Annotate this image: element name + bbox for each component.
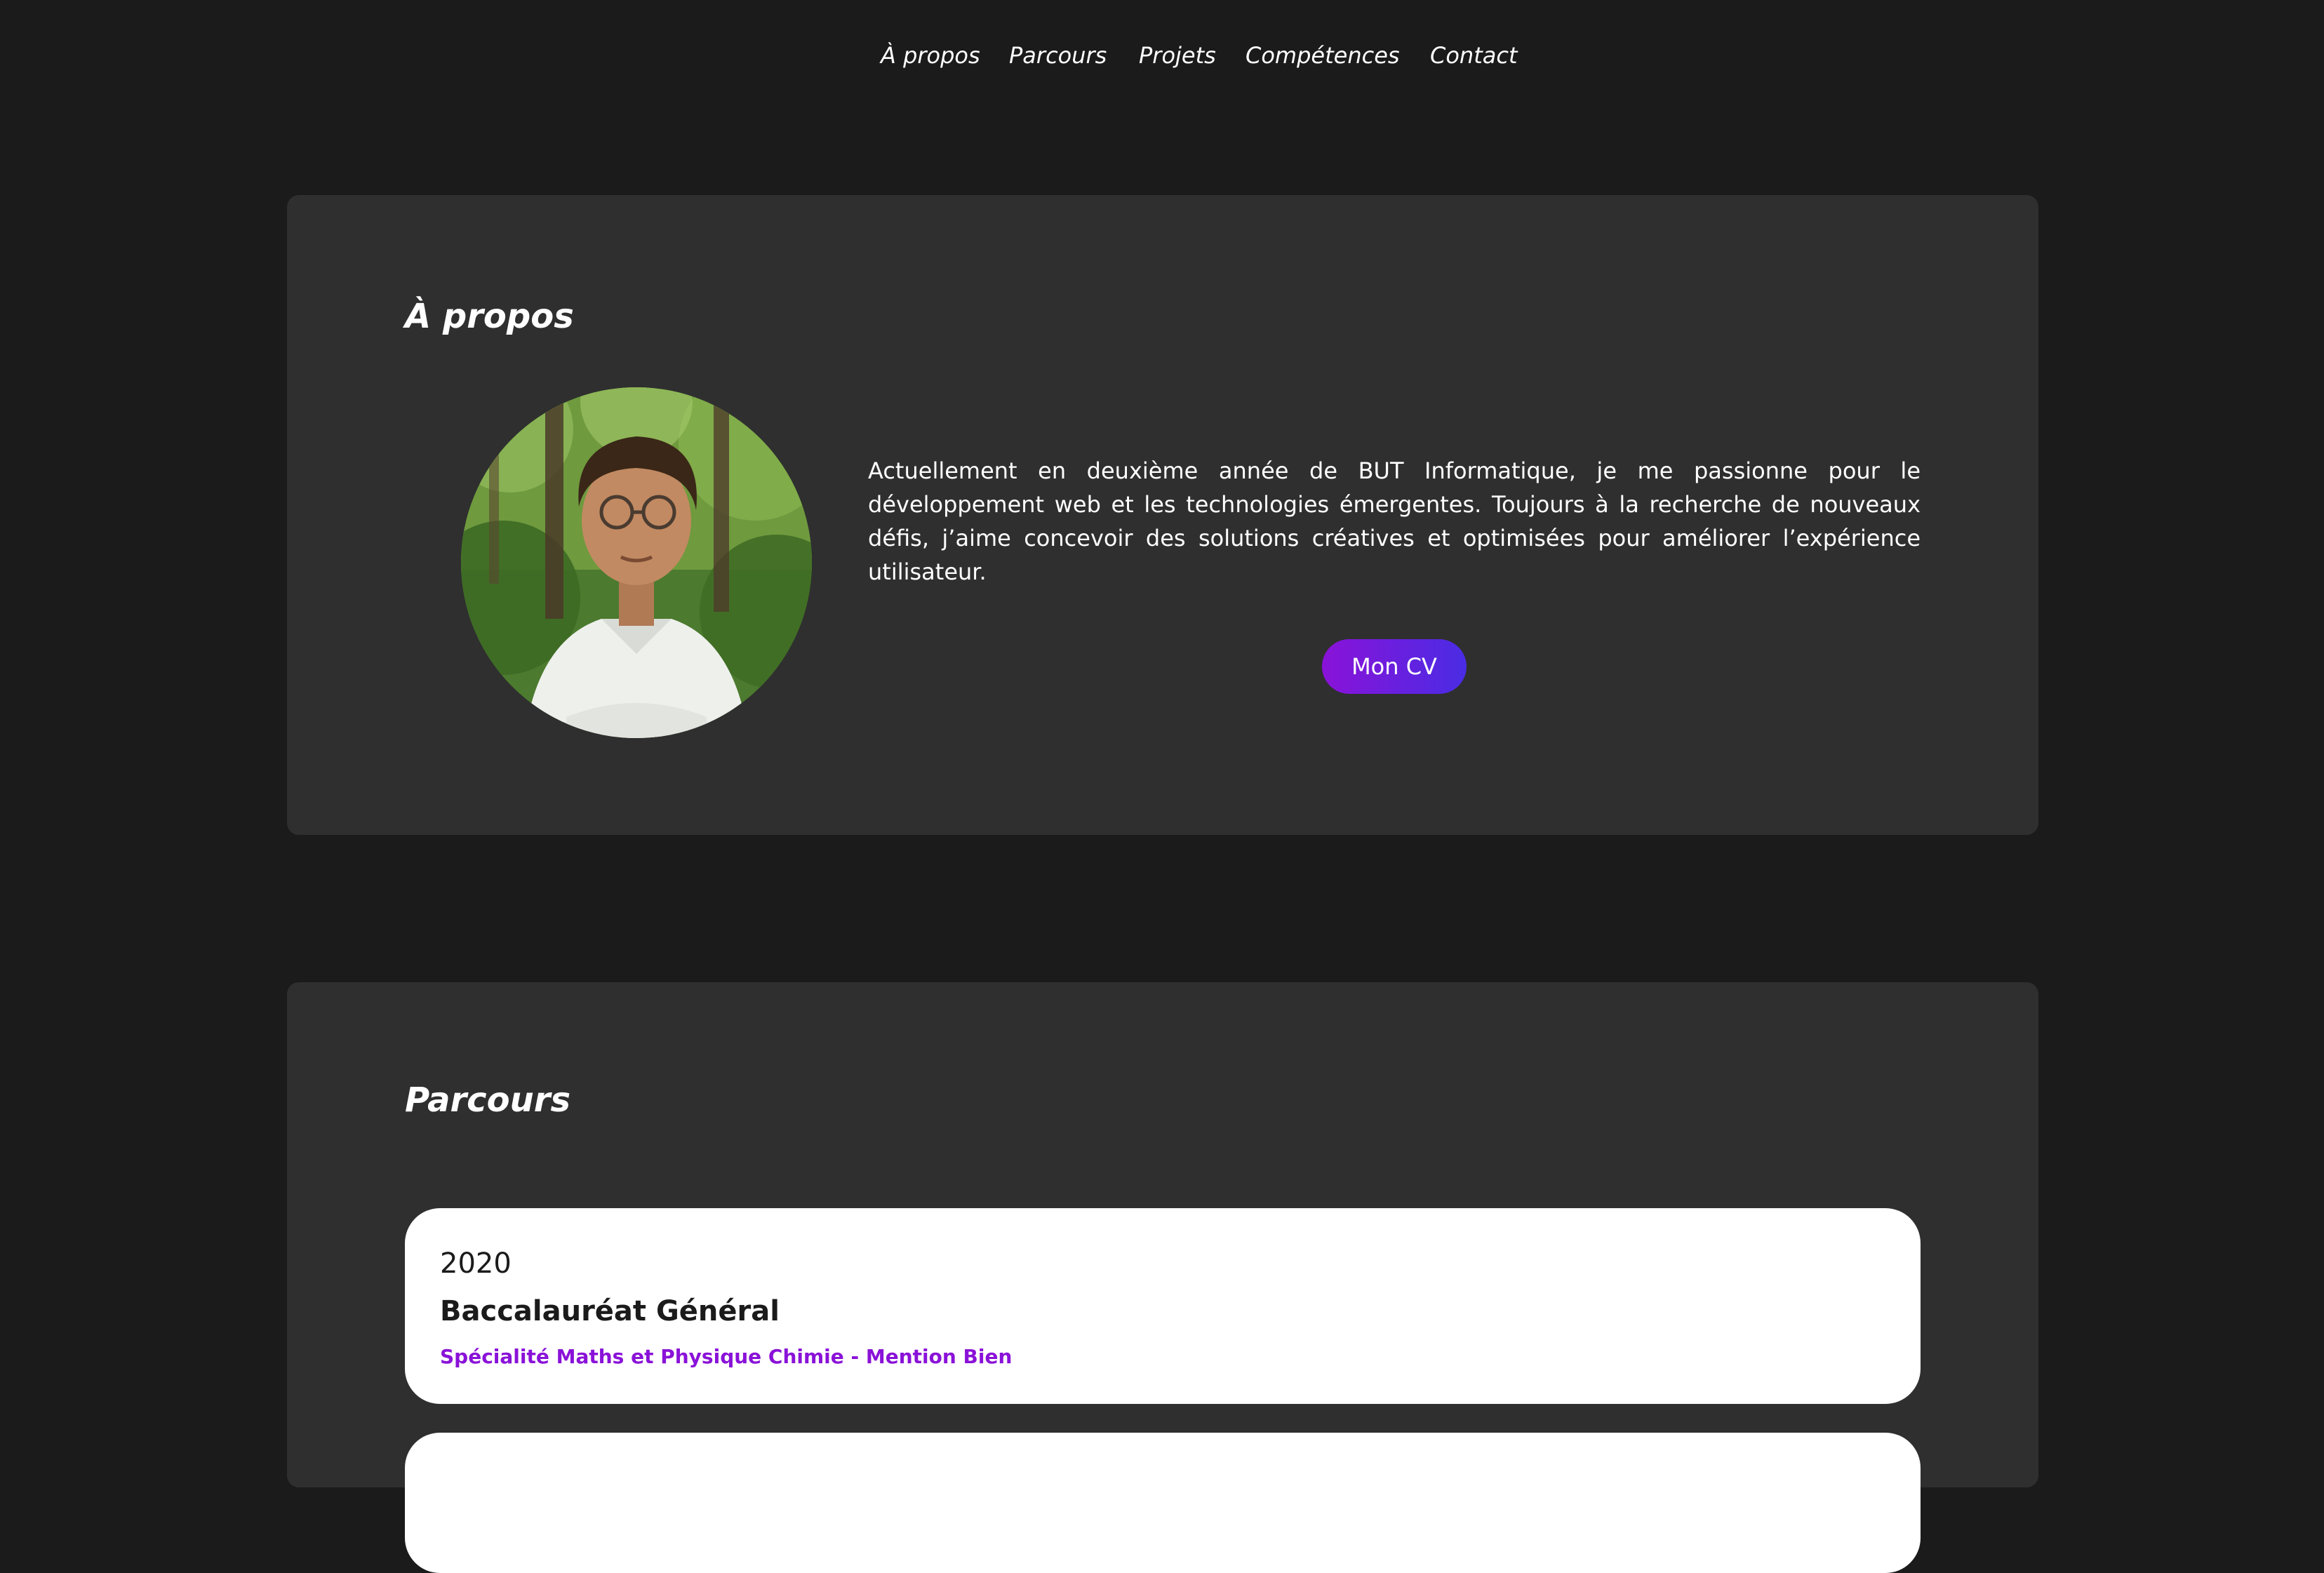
timeline-card: 2020 Baccalauréat Général Spécialité Mat… [405, 1208, 1921, 1404]
timeline-card-next [405, 1433, 1921, 1573]
profile-photo-image [461, 387, 812, 738]
timeline-degree: Baccalauréat Général [440, 1295, 780, 1327]
nav-link-projets[interactable]: Projets [1139, 42, 1216, 69]
cv-button[interactable]: Mon CV [1322, 639, 1467, 694]
parcours-title: Parcours [405, 1080, 571, 1120]
nav-link-a-propos[interactable]: À propos [881, 42, 980, 69]
nav-link-parcours[interactable]: Parcours [1009, 42, 1107, 69]
about-section: À propos Actuellement en deuxième année … [287, 195, 2038, 835]
timeline-year: 2020 [440, 1247, 512, 1280]
timeline-detail: Spécialité Maths et Physique Chimie - Me… [440, 1345, 1013, 1368]
profile-photo [461, 387, 812, 738]
parcours-section: Parcours 2020 Baccalauréat Général Spéci… [287, 982, 2038, 1573]
nav-link-contact[interactable]: Contact [1430, 42, 1518, 69]
top-navigation: À propos Parcours Projets Compétences Co… [0, 0, 2324, 119]
about-title: À propos [405, 297, 574, 336]
nav-link-competences[interactable]: Compétences [1246, 42, 1400, 69]
about-bio: Actuellement en deuxième année de BUT In… [868, 457, 1921, 585]
